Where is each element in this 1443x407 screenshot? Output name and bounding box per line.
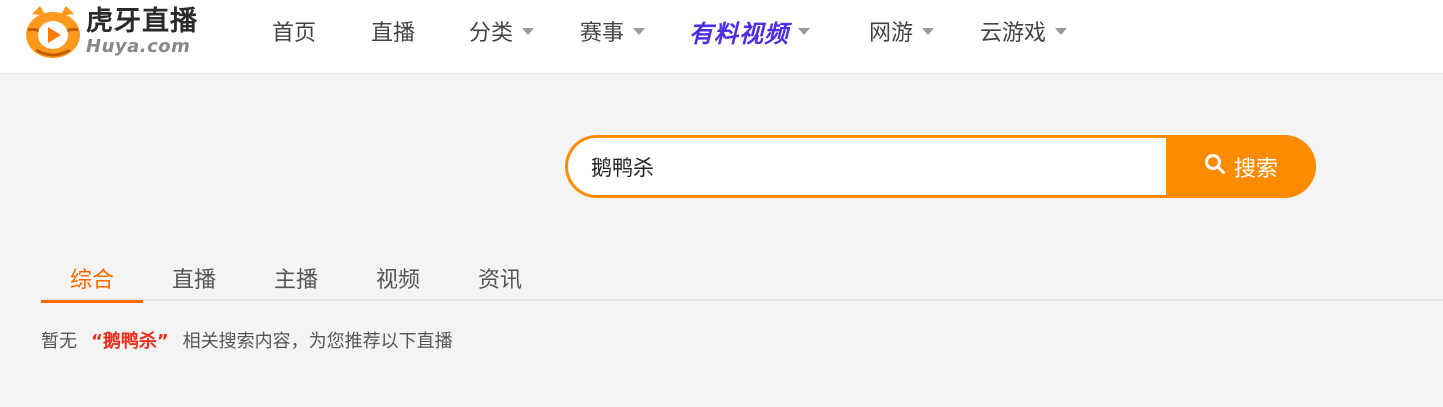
caret-down-icon bbox=[798, 27, 810, 35]
search-input[interactable] bbox=[565, 135, 1169, 198]
tab-label: 直播 bbox=[171, 267, 216, 293]
nav-item-label: 首页 bbox=[272, 21, 317, 46]
nav-item-category[interactable]: 分类 bbox=[469, 14, 535, 48]
nav-item-label: 云游戏 bbox=[980, 21, 1047, 46]
tab-streamers[interactable]: 主播 bbox=[245, 254, 347, 301]
nav-item-online-games[interactable]: 网游 bbox=[869, 14, 935, 48]
logo-name-en: Huya.com bbox=[86, 36, 191, 57]
nav-item-label: 网游 bbox=[869, 21, 914, 46]
tab-label: 主播 bbox=[273, 267, 318, 293]
nav-item-videos[interactable]: 有料视频 bbox=[689, 14, 810, 48]
nav-item-label: 有料视频 bbox=[689, 19, 789, 48]
tab-videos[interactable]: 视频 bbox=[347, 254, 449, 301]
tiger-logo-icon bbox=[24, 4, 82, 60]
tab-live[interactable]: 直播 bbox=[143, 254, 245, 301]
notice-keyword: “鹅鸭杀” bbox=[91, 331, 169, 352]
caret-down-icon bbox=[922, 27, 935, 35]
logo-name-cn: 虎牙直播 bbox=[86, 6, 198, 37]
tab-label: 视频 bbox=[375, 267, 420, 293]
nav-item-label: 赛事 bbox=[580, 21, 625, 46]
notice-suffix: 相关搜索内容，为您推荐以下直播 bbox=[182, 331, 453, 352]
nav-item-events[interactable]: 赛事 bbox=[580, 14, 646, 48]
tab-news[interactable]: 资讯 bbox=[449, 254, 551, 301]
caret-down-icon bbox=[633, 27, 646, 35]
search-icon bbox=[1204, 153, 1234, 181]
search-button[interactable]: 搜索 bbox=[1166, 135, 1316, 198]
caret-down-icon bbox=[522, 27, 535, 35]
nav-item-label: 直播 bbox=[371, 21, 416, 46]
tab-label: 综合 bbox=[69, 267, 114, 293]
tab-label: 资讯 bbox=[477, 267, 522, 293]
tab-all[interactable]: 综合 bbox=[41, 254, 143, 303]
result-tabs: 综合 直播 主播 视频 资讯 bbox=[41, 254, 1443, 303]
search-bar: 搜索 bbox=[565, 135, 1316, 198]
nav-item-home[interactable]: 首页 bbox=[272, 14, 316, 48]
no-results-notice: 暂无 “鹅鸭杀” 相关搜索内容，为您推荐以下直播 bbox=[41, 327, 453, 353]
caret-down-icon bbox=[1055, 27, 1068, 35]
nav-item-cloud-games[interactable]: 云游戏 bbox=[980, 14, 1068, 48]
nav-item-live[interactable]: 直播 bbox=[371, 14, 415, 48]
site-logo[interactable]: 虎牙直播 Huya.com bbox=[24, 2, 214, 62]
nav-item-label: 分类 bbox=[469, 21, 514, 46]
top-header: 虎牙直播 Huya.com 首页 直播 分类 赛事 有料视频 网游 云游戏 bbox=[0, 0, 1443, 74]
search-button-label: 搜索 bbox=[1233, 156, 1278, 182]
notice-prefix: 暂无 bbox=[41, 331, 77, 352]
